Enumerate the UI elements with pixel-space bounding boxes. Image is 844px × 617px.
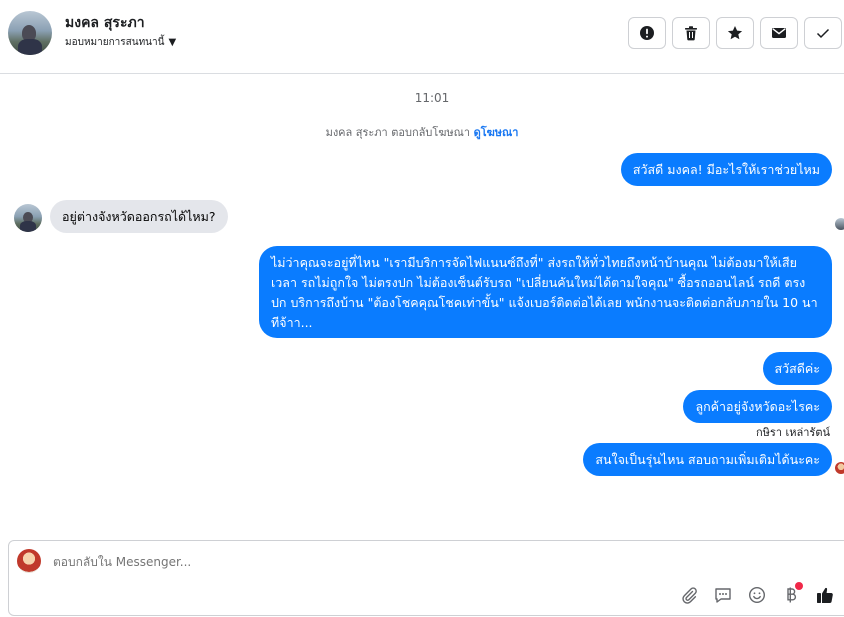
assign-label: มอบหมายการสนทนานี้ xyxy=(65,37,165,48)
thumbs-up-icon xyxy=(817,587,833,604)
message-bubble-incoming[interactable]: อยู่ต่างจังหวัดออกรถได้ไหม? xyxy=(50,200,228,233)
emoji-icon xyxy=(748,586,766,604)
reply-composer xyxy=(8,540,844,616)
sender-name: กษิรา เหล่ารัตน์ xyxy=(756,426,830,439)
paperclip-icon xyxy=(682,587,697,604)
mark-done-button[interactable] xyxy=(804,17,842,49)
contact-name[interactable]: มงคล สุระภา xyxy=(65,12,145,34)
message-bubble-outgoing[interactable]: สวัสดี มงคล! มีอะไรให้เราช่วยไหม xyxy=(620,153,832,186)
conversation-header: มงคล สุระภา มอบหมายการสนทนานี้ ▼ xyxy=(0,0,844,74)
message-timestamp: 11:01 xyxy=(414,91,450,105)
page-avatar xyxy=(17,549,41,573)
delete-button[interactable] xyxy=(672,17,710,49)
exclamation-icon xyxy=(640,26,654,40)
view-ad-link[interactable]: ดูโฆษณา xyxy=(474,126,519,139)
mark-unread-button[interactable] xyxy=(760,17,798,49)
assign-conversation-dropdown[interactable]: มอบหมายการสนทนานี้ ▼ xyxy=(65,35,176,50)
saved-reply-icon xyxy=(715,588,731,603)
saved-reply-button[interactable] xyxy=(711,583,735,607)
header-actions xyxy=(628,17,842,49)
message-bubble-outgoing[interactable]: ไม่ว่าคุณจะอยู่ที่ไหน "เรามีบริการจัดไฟแ… xyxy=(259,246,832,338)
caret-down-icon: ▼ xyxy=(168,37,177,48)
mark-spam-button[interactable] xyxy=(628,17,666,49)
seen-receipt-avatar xyxy=(835,462,844,474)
envelope-icon xyxy=(772,28,786,38)
seen-receipt-avatar xyxy=(835,218,844,230)
customer-avatar[interactable] xyxy=(14,204,42,232)
composer-tools xyxy=(677,582,837,607)
contact-avatar[interactable] xyxy=(8,11,52,55)
message-bubble-outgoing[interactable]: สนใจเป็นรุ่นไหน สอบถามเพิ่มเติมได้นะคะ xyxy=(583,443,832,476)
payment-button[interactable] xyxy=(779,582,803,607)
message-bubble-outgoing[interactable]: สวัสดีค่ะ xyxy=(762,352,832,385)
inbox-conversation: มงคล สุระภา มอบหมายการสนทนานี้ ▼ 11:01 ม… xyxy=(0,0,844,617)
trash-icon xyxy=(685,26,697,41)
reply-input[interactable] xyxy=(53,555,653,569)
star-icon xyxy=(727,26,743,40)
check-icon xyxy=(816,28,830,39)
notification-dot xyxy=(795,582,803,590)
emoji-button[interactable] xyxy=(745,583,769,607)
attach-button[interactable] xyxy=(677,583,701,607)
star-button[interactable] xyxy=(716,17,754,49)
ad-reply-text: มงคล สุระภา ตอบกลับโฆษณา xyxy=(325,126,471,139)
like-button[interactable] xyxy=(813,583,837,607)
message-bubble-outgoing[interactable]: ลูกค้าอยู่จังหวัดอะไรคะ xyxy=(683,390,832,423)
ad-reply-notice: มงคล สุระภา ตอบกลับโฆษณา ดูโฆษณา xyxy=(0,123,844,141)
